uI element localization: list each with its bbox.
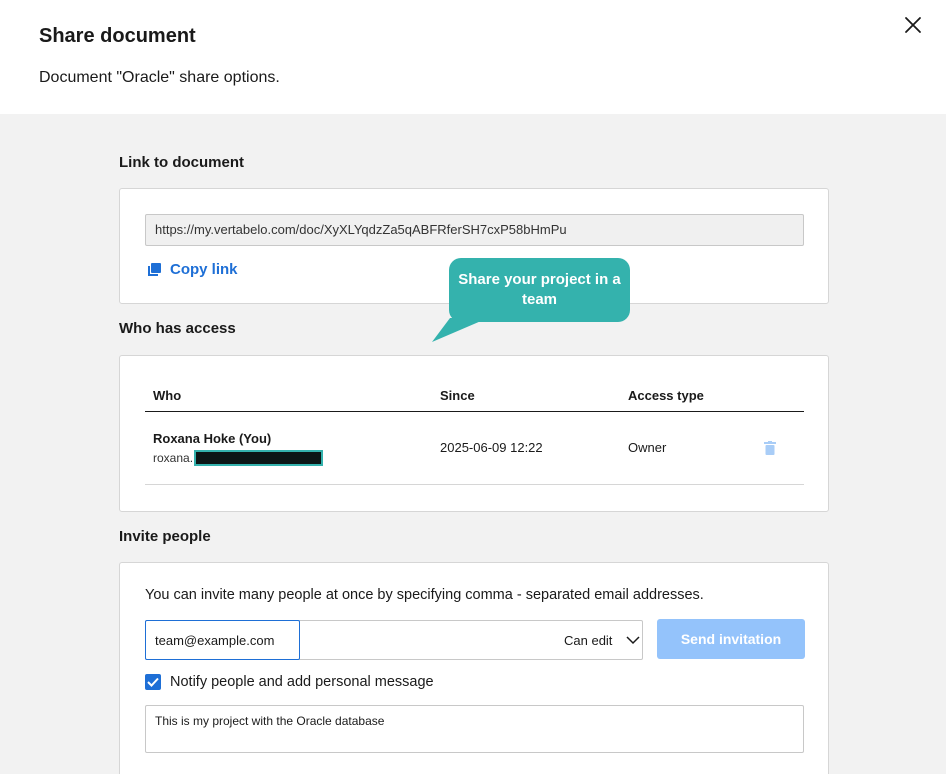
invite-help-text: You can invite many people at once by sp… <box>145 587 704 603</box>
notify-label: Notify people and add personal message <box>170 674 434 690</box>
copy-icon <box>148 262 161 276</box>
dialog-header: Share document Document "Oracle" share o… <box>0 0 946 114</box>
copy-link-label: Copy link <box>170 261 238 278</box>
trash-icon <box>764 441 776 455</box>
user-email: roxana. <box>153 450 324 466</box>
since-value: 2025-06-09 12:22 <box>440 440 543 455</box>
personal-message-input[interactable]: This is my project with the Oracle datab… <box>145 705 804 753</box>
invite-card: You can invite many people at once by sp… <box>119 562 829 774</box>
column-access-type: Access type <box>628 388 704 403</box>
dialog-subtitle: Document "Oracle" share options. <box>39 69 280 86</box>
invite-email-input[interactable] <box>145 620 300 660</box>
access-section-label: Who has access <box>119 320 236 337</box>
permission-select[interactable]: Can edit <box>564 621 640 659</box>
chevron-down-icon <box>626 635 640 644</box>
copy-link-button[interactable]: Copy link <box>147 261 238 278</box>
tooltip-text: Share your project in a team <box>458 271 621 308</box>
column-who: Who <box>153 388 182 403</box>
dialog-title: Share document <box>39 25 196 47</box>
notify-checkbox[interactable] <box>145 674 161 690</box>
share-tooltip: Share your project in a team <box>449 258 630 322</box>
notify-row: Notify people and add personal message <box>145 674 434 690</box>
column-since: Since <box>440 388 475 403</box>
user-email-prefix: roxana. <box>153 451 194 465</box>
invite-section-label: Invite people <box>119 528 211 545</box>
table-row: Roxana Hoke (You) roxana. 2025-06-09 12:… <box>145 412 804 485</box>
access-table-header: Who Since Access type <box>145 380 804 412</box>
user-name: Roxana Hoke (You) <box>153 431 272 446</box>
send-invitation-button[interactable]: Send invitation <box>657 619 805 659</box>
access-type-value: Owner <box>628 440 667 455</box>
access-card: Who Since Access type Roxana Hoke (You) … <box>119 355 829 512</box>
invite-email-group: Can edit <box>145 620 643 660</box>
close-icon <box>905 17 921 33</box>
document-link-field[interactable]: https://my.vertabelo.com/doc/XyXLYqdzZa5… <box>145 214 804 246</box>
access-table: Who Since Access type Roxana Hoke (You) … <box>145 380 804 485</box>
redacted-email-block <box>194 450 324 466</box>
remove-access-button[interactable] <box>764 441 776 455</box>
checkmark-icon <box>147 677 159 687</box>
close-button[interactable] <box>900 12 926 38</box>
permission-value: Can edit <box>564 632 613 648</box>
link-section-label: Link to document <box>119 154 244 171</box>
